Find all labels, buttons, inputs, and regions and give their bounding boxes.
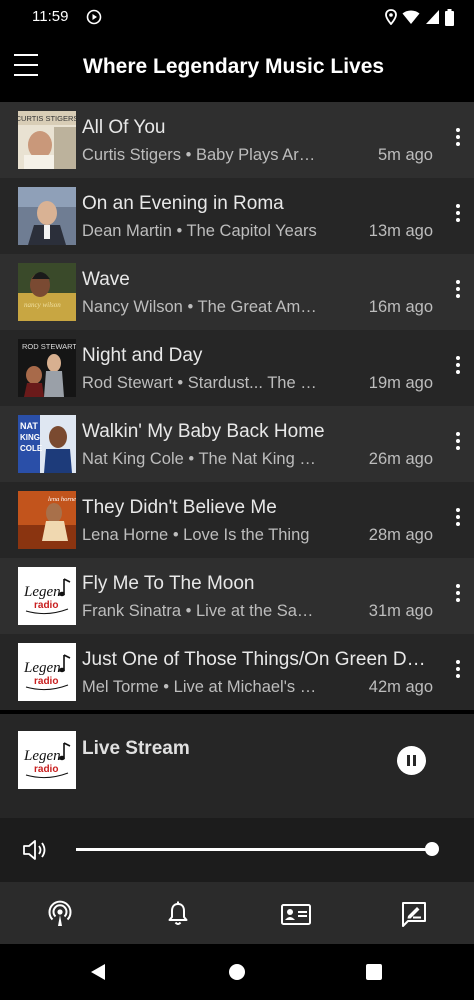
track-title: Fly Me To The Moon [82, 573, 255, 594]
battery-icon [445, 8, 454, 26]
svg-text:Legen: Legen [23, 660, 61, 676]
volume-slider[interactable] [76, 842, 439, 856]
volume-knob[interactable] [425, 842, 439, 856]
track-title: On an Evening in Roma [82, 193, 284, 214]
track-row[interactable]: On an Evening in Roma Dean Martin • The … [0, 178, 474, 254]
bell-icon[interactable] [164, 900, 192, 928]
track-artist-album: Nat King Cole • The Nat King Cole Story [82, 450, 320, 468]
more-options-icon[interactable] [452, 508, 464, 530]
track-artist-album: Dean Martin • The Capitol Years [82, 222, 317, 240]
svg-text:nancy wilson: nancy wilson [24, 301, 61, 309]
more-options-icon[interactable] [452, 280, 464, 302]
status-icons [385, 8, 454, 26]
track-row[interactable]: CURTIS STIGERS All Of You Curtis Stigers… [0, 102, 474, 178]
track-title: All Of You [82, 117, 166, 138]
album-art: Legen radio [18, 567, 76, 625]
svg-text:radio: radio [34, 764, 58, 775]
album-art: nancy wilson [18, 263, 76, 321]
track-title: Just One of Those Things/On Green Dolphi… [82, 649, 432, 670]
location-icon [385, 9, 397, 25]
track-artist-album: Curtis Stigers • Baby Plays Around [82, 146, 320, 164]
track-artist-album: Nancy Wilson • The Great American Songbo… [82, 298, 320, 316]
pause-button[interactable] [397, 746, 426, 775]
svg-text:radio: radio [34, 676, 58, 687]
back-icon[interactable] [90, 964, 106, 980]
track-played-ago: 42m ago [368, 678, 433, 696]
more-options-icon[interactable] [452, 432, 464, 454]
album-art: lena horne [18, 491, 76, 549]
track-played-ago: 28m ago [368, 526, 433, 544]
track-row[interactable]: Legen radio Fly Me To The Moon Frank Sin… [0, 558, 474, 634]
more-options-icon[interactable] [452, 584, 464, 606]
track-row[interactable]: Legen radio Just One of Those Things/On … [0, 634, 474, 710]
page-title: Where Legendary Music Lives [83, 55, 385, 78]
now-playing-bar: Legen radio Live Stream [0, 714, 474, 818]
track-artist-album: Rod Stewart • Stardust... The Great Amer… [82, 374, 320, 392]
system-nav-bar [0, 944, 474, 1000]
media-playing-icon [86, 9, 102, 25]
status-time: 11:59 [32, 8, 69, 25]
now-playing-title: Live Stream [82, 738, 190, 759]
svg-text:COLE: COLE [20, 444, 43, 453]
volume-icon[interactable] [22, 838, 48, 862]
track-row[interactable]: nancy wilson Wave Nancy Wilson • The Gre… [0, 254, 474, 330]
app-bar: Where Legendary Music Lives [0, 34, 474, 102]
album-art: ROD STEWART [18, 339, 76, 397]
track-played-ago: 26m ago [368, 450, 433, 468]
svg-text:ROD STEWART: ROD STEWART [22, 342, 76, 351]
recent-apps-icon[interactable] [366, 964, 382, 980]
track-artist-album: Frank Sinatra • Live at the Sands [82, 602, 320, 620]
track-artist-album: Lena Horne • Love Is the Thing [82, 526, 310, 544]
svg-text:Legen: Legen [23, 748, 61, 764]
track-played-ago: 16m ago [368, 298, 433, 316]
volume-bar [0, 818, 474, 882]
track-row[interactable]: ROD STEWART Night and Day Rod Stewart • … [0, 330, 474, 406]
track-title: They Didn't Believe Me [82, 497, 277, 518]
svg-text:lena horne: lena horne [48, 496, 76, 503]
track-row[interactable]: lena horne They Didn't Believe Me Lena H… [0, 482, 474, 558]
svg-text:KING: KING [20, 433, 40, 442]
track-title: Night and Day [82, 345, 203, 366]
volume-fill [76, 848, 432, 851]
track-played-ago: 5m ago [377, 146, 433, 164]
track-played-ago: 31m ago [368, 602, 433, 620]
svg-text:Legen: Legen [23, 584, 61, 600]
recent-tracks-list: CURTIS STIGERS All Of You Curtis Stigers… [0, 102, 474, 714]
more-options-icon[interactable] [452, 128, 464, 150]
track-row[interactable]: NAT KING COLE Walkin' My Baby Back Home … [0, 406, 474, 482]
svg-text:radio: radio [34, 600, 58, 611]
track-played-ago: 13m ago [368, 222, 433, 240]
status-bar: 11:59 [0, 0, 474, 34]
album-art: NAT KING COLE [18, 415, 76, 473]
menu-icon[interactable] [14, 54, 38, 76]
more-options-icon[interactable] [452, 204, 464, 226]
svg-text:NAT: NAT [20, 421, 38, 431]
track-title: Walkin' My Baby Back Home [82, 421, 325, 442]
more-options-icon[interactable] [452, 356, 464, 378]
track-played-ago: 19m ago [368, 374, 433, 392]
wifi-icon [402, 10, 420, 24]
album-art: Legen radio [18, 643, 76, 701]
contact-card-icon[interactable] [280, 900, 312, 928]
track-artist-album: Mel Torme • Live at Michael's Pub [82, 678, 320, 696]
album-art [18, 187, 76, 245]
track-title: Wave [82, 269, 130, 290]
album-art: CURTIS STIGERS [18, 111, 76, 169]
podcast-icon[interactable] [46, 900, 74, 928]
bottom-nav [0, 882, 474, 944]
svg-text:CURTIS STIGERS: CURTIS STIGERS [18, 114, 76, 123]
more-options-icon[interactable] [452, 660, 464, 682]
station-logo: Legen radio [18, 731, 76, 789]
edit-message-icon[interactable] [400, 900, 428, 928]
cell-signal-icon [426, 10, 439, 24]
home-icon[interactable] [229, 964, 245, 980]
